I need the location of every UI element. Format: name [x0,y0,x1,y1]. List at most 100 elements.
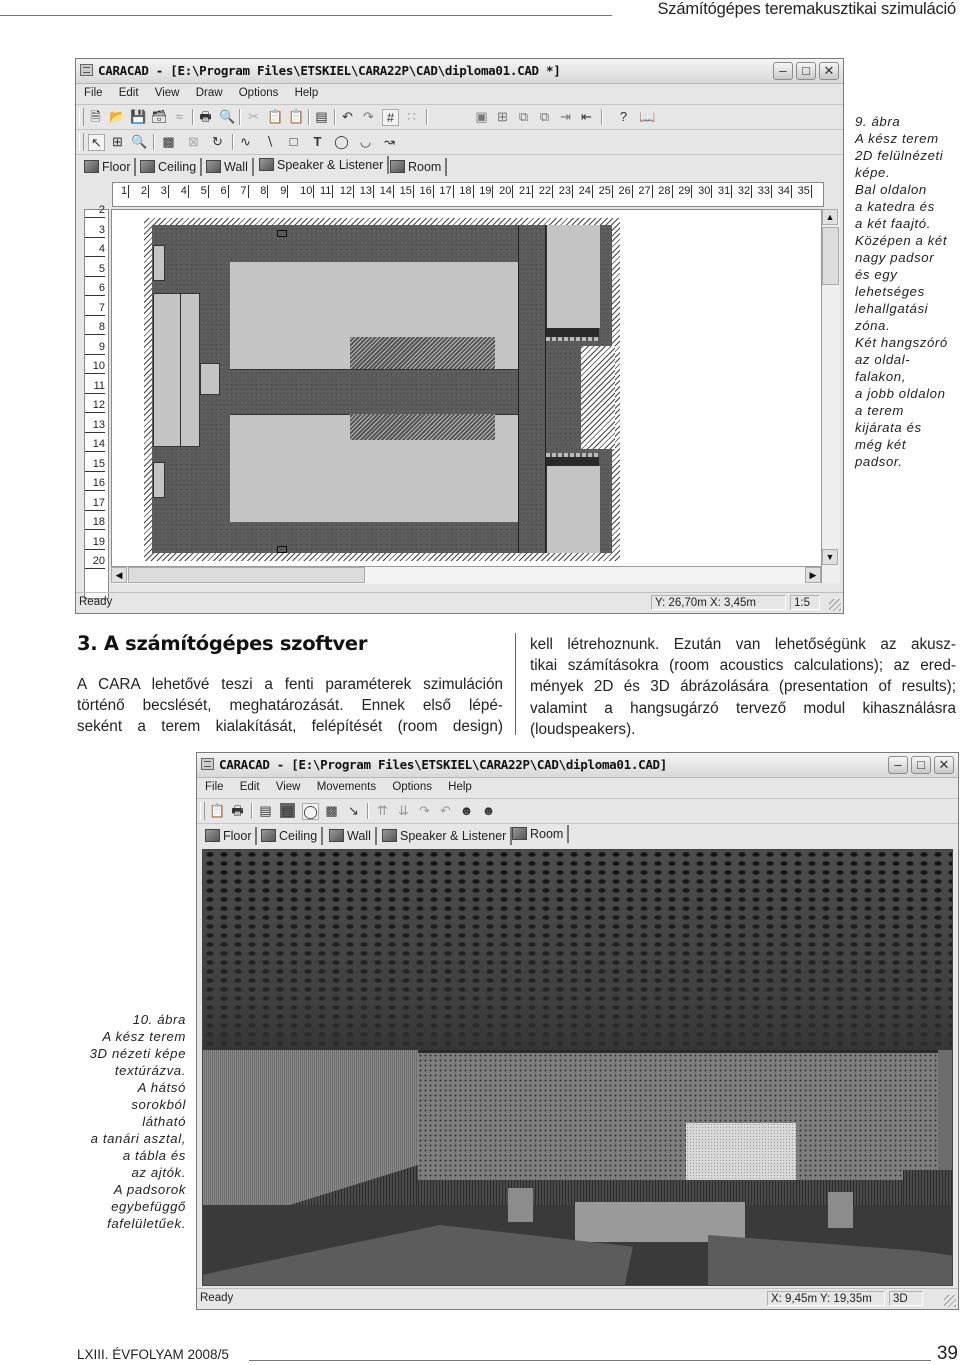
speaker-icon[interactable] [277,546,287,553]
rotate-icon[interactable]: ↻ [210,134,225,149]
tab-floor[interactable]: Floor [82,158,137,176]
page-number: 39 [936,1343,958,1364]
close-icon[interactable]: ✕ [819,62,839,80]
undo-icon[interactable]: ↶ [340,109,355,124]
help-icon[interactable]: ? [616,109,631,124]
text-line: A hátsó [137,1080,186,1095]
paste-icon[interactable]: 📋 [288,109,304,124]
rotate-right-icon[interactable]: ↷ [417,803,432,818]
print-preview-icon[interactable]: 🔍 [219,109,235,124]
open-icon[interactable]: 📂 [109,109,125,124]
menu-draw[interactable]: Draw [196,87,223,99]
menu-file[interactable]: File [84,87,103,99]
maximize-icon[interactable]: □ [796,62,816,80]
toolbar-grip[interactable] [79,133,84,151]
zoom-box-icon[interactable]: ⊞ [110,134,125,149]
import-icon[interactable]: ⇥ [558,109,573,124]
minimize-icon[interactable]: – [888,756,908,774]
tab-speaker-listener[interactable]: Speaker & Listener [380,827,513,845]
floor-plan-canvas[interactable] [111,209,823,583]
toolbar-grip[interactable] [200,802,205,820]
scroll-right-icon[interactable]: ▶ [805,567,821,583]
resize-grip[interactable] [829,599,841,611]
rear-bench-bottom [546,466,600,553]
menu-help[interactable]: Help [448,781,472,793]
copy-icon[interactable]: 📋 [267,109,283,124]
new-icon[interactable]: 🗎 [88,109,103,124]
text-icon[interactable]: T [310,134,325,149]
manual-icon[interactable]: 📖 [639,109,655,124]
snap-grid-icon[interactable]: ∷ [404,109,419,124]
save-icon[interactable]: 💾 [130,109,146,124]
scroll-thumb[interactable] [128,567,365,583]
grid-icon[interactable]: # [382,109,399,126]
rotate-left-icon[interactable]: ↶ [438,803,453,818]
menu-help[interactable]: Help [295,87,319,99]
listener-up-icon[interactable]: ☻ [459,803,474,818]
horizontal-scrollbar[interactable]: ◀ ▶ [111,566,821,584]
layer-back-icon[interactable]: ⧉ [537,109,552,124]
coordinate-readout: X: 9,45m Y: 19,35m [767,1291,885,1306]
circle-icon[interactable]: ◯ [334,134,349,149]
menu-movements[interactable]: Movements [317,781,376,793]
title-bar[interactable]: CARACAD - [E:\Program Files\ETSKIEL\CARA… [197,753,958,778]
tab-floor[interactable]: Floor [203,827,258,845]
menu-edit[interactable]: Edit [119,87,139,99]
select-icon[interactable]: ↖ [88,134,105,151]
tab-room[interactable]: Room [510,825,570,843]
line-icon[interactable]: ∖ [262,134,277,149]
texture-icon[interactable]: ▤ [280,803,295,818]
properties-icon[interactable]: ▤ [314,109,329,124]
tab-ceiling[interactable]: Ceiling [259,827,324,845]
redo-icon[interactable]: ↷ [361,109,376,124]
object-icon[interactable]: ▩ [161,134,176,149]
tab-wall[interactable]: Wall [204,158,254,176]
scroll-down-icon[interactable]: ▼ [822,549,838,565]
listener-down-icon[interactable]: ☻ [481,803,496,818]
light-icon[interactable]: ◯ [302,803,319,820]
cut-icon[interactable]: ✂ [246,109,261,124]
print-icon[interactable]: 🖶 [230,803,245,818]
print-icon[interactable]: 🖶 [198,109,213,124]
minimize-icon[interactable]: – [773,62,793,80]
scroll-left-icon[interactable]: ◀ [111,567,127,583]
menu-view[interactable]: View [155,87,180,99]
tab-wall[interactable]: Wall [327,827,377,845]
title-bar[interactable]: CARACAD - [E:\Program Files\ETSKIEL\CARA… [76,59,843,84]
menu-view[interactable]: View [276,781,301,793]
3d-room-view[interactable] [202,849,953,1286]
tab-ceiling[interactable]: Ceiling [138,158,203,176]
menu-edit[interactable]: Edit [240,781,260,793]
move-up-icon[interactable]: ⇈ [375,803,390,818]
rectangle-icon[interactable]: □ [286,134,301,149]
menu-file[interactable]: File [205,781,224,793]
ruler-icon[interactable]: ≈ [172,109,187,124]
maximize-icon[interactable]: □ [911,756,931,774]
split-icon[interactable]: ⊞ [495,109,510,124]
properties-icon[interactable]: ▤ [258,803,273,818]
move-down-icon[interactable]: ⇊ [396,803,411,818]
tab-speaker-listener[interactable]: Speaker & Listener [257,156,390,174]
tab-room[interactable]: Room [388,158,448,176]
menu-options[interactable]: Options [392,781,432,793]
scroll-up-icon[interactable]: ▲ [822,209,838,225]
zoom-in-icon[interactable]: 🔍 [131,134,147,149]
curve-icon[interactable]: ↝ [382,134,397,149]
polyline-icon[interactable]: ∿ [238,134,253,149]
resize-grip[interactable] [944,1295,956,1307]
delete-icon[interactable]: ⊠ [186,134,201,149]
close-icon[interactable]: ✕ [934,756,954,774]
vertical-scrollbar[interactable]: ▲ ▼ [821,209,840,583]
save-as-icon[interactable]: 🗃 [151,109,168,124]
menu-options[interactable]: Options [239,87,279,99]
copy-icon[interactable]: 📋 [209,803,225,818]
toolbar-grip[interactable] [79,108,84,126]
speaker-icon[interactable]: ▩ [324,803,339,818]
arc-icon[interactable]: ◡ [358,134,373,149]
layer-front-icon[interactable]: ⧉ [516,109,531,124]
export-icon[interactable]: ⇤ [579,109,594,124]
scroll-thumb[interactable] [822,227,839,285]
path-icon[interactable]: ↘ [346,803,361,818]
speaker-icon[interactable] [277,230,287,237]
room-icon[interactable]: ▣ [474,109,489,124]
